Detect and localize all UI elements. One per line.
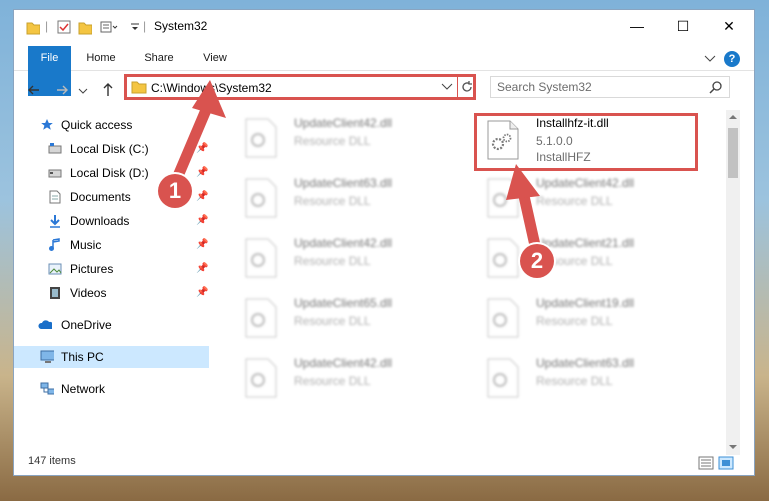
step-badge-2: 2 bbox=[520, 244, 554, 278]
step-badge-1: 1 bbox=[158, 174, 192, 208]
annotation-arrows bbox=[172, 80, 542, 256]
